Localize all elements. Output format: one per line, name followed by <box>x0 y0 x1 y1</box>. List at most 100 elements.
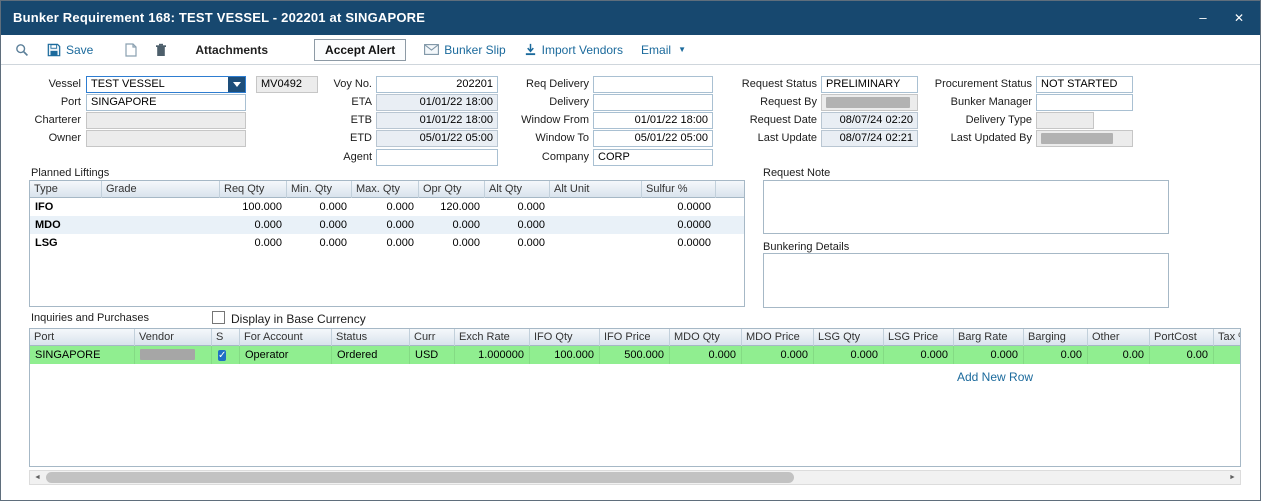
delivery-type-field <box>1036 112 1094 129</box>
scroll-left-arrow-icon[interactable]: ◄ <box>30 471 45 484</box>
delete-button[interactable] <box>155 43 167 57</box>
cell-alt-qty[interactable]: 0.000 <box>485 216 550 234</box>
last-update-field: 08/07/24 02:21 <box>821 130 918 147</box>
cell-alt-unit[interactable] <box>550 198 642 216</box>
vessel-dropdown-arrow-icon[interactable] <box>228 77 245 92</box>
col-tax-pct: Tax % <box>1214 329 1241 346</box>
bunker-slip-button[interactable]: Bunker Slip <box>424 43 505 57</box>
lifting-row-mdo[interactable]: MDO 0.000 0.000 0.000 0.000 0.000 0.0000 <box>30 216 744 234</box>
horizontal-scrollbar[interactable]: ◄ ► <box>29 470 1241 485</box>
lifting-row-ifo[interactable]: IFO 100.000 0.000 0.000 120.000 0.000 0.… <box>30 198 744 216</box>
cell-exch-rate[interactable]: 1.000000 <box>455 346 530 364</box>
cell-req-qty[interactable]: 0.000 <box>220 216 287 234</box>
selected-checkbox[interactable]: ✓ <box>218 350 226 361</box>
display-base-currency-checkbox[interactable] <box>212 311 225 324</box>
cell-min-qty[interactable]: 0.000 <box>287 234 352 252</box>
cell-status[interactable]: Ordered <box>332 346 410 364</box>
cell-for-account[interactable]: Operator <box>240 346 332 364</box>
bunkering-details-textarea[interactable] <box>763 253 1169 308</box>
cell-barging[interactable]: 0.00 <box>1024 346 1088 364</box>
cell-ifo-price[interactable]: 500.000 <box>600 346 670 364</box>
cell-sulfur[interactable]: 0.0000 <box>642 216 716 234</box>
lifting-row-lsg[interactable]: LSG 0.000 0.000 0.000 0.000 0.000 0.0000 <box>30 234 744 252</box>
req-delivery-field[interactable] <box>593 76 713 93</box>
cell-grade[interactable] <box>102 234 220 252</box>
display-base-currency-label: Display in Base Currency <box>231 312 366 326</box>
cell-mdo-price[interactable]: 0.000 <box>742 346 814 364</box>
procurement-status-field[interactable]: NOT STARTED <box>1036 76 1133 93</box>
cell-opr-qty[interactable]: 120.000 <box>419 198 485 216</box>
cell-type[interactable]: LSG <box>30 234 102 252</box>
cell-alt-qty[interactable]: 0.000 <box>485 234 550 252</box>
col-ifo-qty: IFO Qty <box>530 329 600 346</box>
window-from-field[interactable]: 01/01/22 18:00 <box>593 112 713 129</box>
email-label: Email <box>641 43 671 57</box>
cell-max-qty[interactable]: 0.000 <box>352 198 419 216</box>
cell-barg-rate[interactable]: 0.000 <box>954 346 1024 364</box>
accept-alert-button[interactable]: Accept Alert <box>314 39 406 61</box>
cell-opr-qty[interactable]: 0.000 <box>419 216 485 234</box>
cell-req-qty[interactable]: 0.000 <box>220 234 287 252</box>
last-updated-by-field <box>1036 130 1133 147</box>
cell-max-qty[interactable]: 0.000 <box>352 216 419 234</box>
cell-min-qty[interactable]: 0.000 <box>287 216 352 234</box>
cell-type[interactable]: IFO <box>30 198 102 216</box>
cell-sulfur[interactable]: 0.0000 <box>642 234 716 252</box>
cell-portcost[interactable]: 0.00 <box>1150 346 1214 364</box>
request-note-label: Request Note <box>763 167 830 179</box>
cell-vendor[interactable] <box>135 346 212 364</box>
voy-no-field[interactable]: 202201 <box>376 76 498 93</box>
delivery-type-label: Delivery Type <box>921 112 1032 129</box>
last-updated-by-label: Last Updated By <box>921 130 1032 147</box>
col-ifo-price: IFO Price <box>600 329 670 346</box>
cell-alt-unit[interactable] <box>550 216 642 234</box>
save-button[interactable]: Save <box>47 43 93 57</box>
port-field[interactable]: SINGAPORE <box>86 94 246 111</box>
inquiries-title: Inquiries and Purchases <box>31 312 149 324</box>
cell-selected[interactable]: ✓ <box>212 346 240 364</box>
cell-req-qty[interactable]: 100.000 <box>220 198 287 216</box>
search-button[interactable] <box>15 43 29 57</box>
cell-tax-pct[interactable]: 0.00 <box>1214 346 1241 364</box>
cell-grade[interactable] <box>102 198 220 216</box>
minimize-button[interactable]: – <box>1188 1 1218 35</box>
cell-max-qty[interactable]: 0.000 <box>352 234 419 252</box>
cell-grade[interactable] <box>102 216 220 234</box>
copy-document-button[interactable] <box>125 43 137 57</box>
cell-lsg-qty[interactable]: 0.000 <box>814 346 884 364</box>
import-vendors-button[interactable]: Import Vendors <box>524 43 623 57</box>
cell-sulfur[interactable]: 0.0000 <box>642 198 716 216</box>
cell-other[interactable]: 0.00 <box>1088 346 1150 364</box>
email-button[interactable]: Email ▼ <box>641 43 686 57</box>
window-to-field[interactable]: 05/01/22 05:00 <box>593 130 713 147</box>
col-mdo-price: MDO Price <box>742 329 814 346</box>
cell-alt-unit[interactable] <box>550 234 642 252</box>
company-field[interactable]: CORP <box>593 149 713 166</box>
document-icon <box>125 43 137 57</box>
request-note-textarea[interactable] <box>763 180 1169 234</box>
cell-port[interactable]: SINGAPORE <box>30 346 135 364</box>
window-to-label: Window To <box>496 130 589 147</box>
cell-mdo-qty[interactable]: 0.000 <box>670 346 742 364</box>
inquiry-row-ordered[interactable]: SINGAPORE ✓ Operator Ordered USD 1.00000… <box>30 346 1241 364</box>
scroll-right-arrow-icon[interactable]: ► <box>1225 471 1240 484</box>
cell-alt-qty[interactable]: 0.000 <box>485 198 550 216</box>
col-max-qty: Max. Qty <box>352 181 419 198</box>
request-status-field[interactable]: PRELIMINARY <box>821 76 918 93</box>
close-button[interactable]: ✕ <box>1224 1 1254 35</box>
scrollbar-thumb[interactable] <box>46 472 794 483</box>
cell-type[interactable]: MDO <box>30 216 102 234</box>
cell-min-qty[interactable]: 0.000 <box>287 198 352 216</box>
cell-lsg-price[interactable]: 0.000 <box>884 346 954 364</box>
delivery-field[interactable] <box>593 94 713 111</box>
last-update-label: Last Update <box>719 130 817 147</box>
bunker-manager-field[interactable] <box>1036 94 1133 111</box>
window-title: Bunker Requirement 168: TEST VESSEL - 20… <box>13 1 425 35</box>
vessel-select[interactable]: TEST VESSEL <box>86 76 246 93</box>
agent-field[interactable] <box>376 149 498 166</box>
cell-curr[interactable]: USD <box>410 346 455 364</box>
cell-opr-qty[interactable]: 0.000 <box>419 234 485 252</box>
cell-ifo-qty[interactable]: 100.000 <box>530 346 600 364</box>
add-new-row-link[interactable]: Add New Row <box>957 370 1033 384</box>
attachments-button[interactable]: Attachments <box>195 43 268 57</box>
